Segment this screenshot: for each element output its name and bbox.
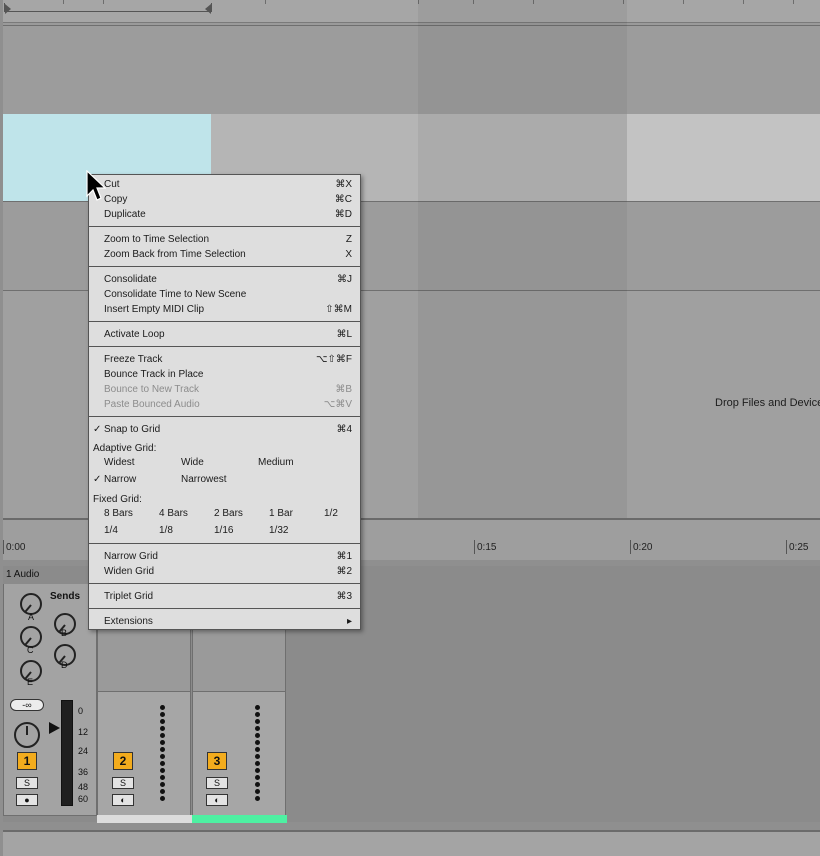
menu-item-consolidate[interactable]: Consolidate ⌘J <box>104 272 352 287</box>
track-3-color-strip <box>192 815 287 823</box>
grid-option-widest[interactable]: Widest <box>104 457 135 468</box>
track-1-monitor-button[interactable]: ● <box>16 794 38 806</box>
grid-option-1-bar[interactable]: 1 Bar <box>269 508 293 519</box>
menu-item-cut[interactable]: Cut ⌘X <box>104 177 352 192</box>
track-3-solo-button[interactable]: S <box>206 777 228 789</box>
menu-separator <box>89 543 360 544</box>
status-bar <box>3 830 820 856</box>
volume-readout[interactable]: -∞ <box>10 699 44 711</box>
track-1-title[interactable]: 1 Audio <box>3 566 97 584</box>
grid-option-1-4[interactable]: 1/4 <box>104 525 118 536</box>
ruler-tick <box>743 0 744 4</box>
time-tick <box>3 540 4 554</box>
sends-label: Sends <box>50 591 81 602</box>
track-2-color-strip <box>97 815 192 823</box>
volume-fader[interactable] <box>61 700 73 806</box>
context-menu[interactable]: Cut ⌘X Copy ⌘C Duplicate ⌘D Zoom to Time Se… <box>88 174 361 630</box>
drop-files-hint: Drop Files and Device <box>715 397 820 409</box>
time-label: 0:25 <box>789 542 809 553</box>
ruler-tick <box>793 0 794 4</box>
loop-start-icon[interactable] <box>5 4 11 14</box>
checkmark-icon: ✓ <box>93 474 102 485</box>
time-tick <box>630 540 631 554</box>
grid-option-2-bars[interactable]: 2 Bars <box>214 508 243 519</box>
mouse-pointer-icon <box>86 170 106 201</box>
checkmark-icon: ✓ <box>93 424 102 435</box>
menu-separator <box>89 583 360 584</box>
track-3-meter <box>255 705 261 803</box>
track-2-solo-button[interactable]: S <box>112 777 134 789</box>
time-label: 0:15 <box>477 542 497 553</box>
grid-option-1-8[interactable]: 1/8 <box>159 525 173 536</box>
grid-option-8-bars[interactable]: 8 Bars <box>104 508 133 519</box>
db-label: 60 <box>78 794 89 804</box>
track-2-monitor-button[interactable]: ◐ <box>112 794 134 806</box>
play-triangle-icon[interactable] <box>49 722 60 734</box>
menu-item-paste-bounced-audio: Paste Bounced Audio ⌥⌘V <box>104 399 352 410</box>
menu-item-bounce-to-new-track: Bounce to New Track ⌘B <box>104 384 352 395</box>
adaptive-grid-heading: Adaptive Grid: <box>93 443 157 454</box>
send-b-label: B <box>61 628 68 638</box>
db-label: 24 <box>78 746 89 756</box>
track-3-activator[interactable]: 3 <box>207 752 227 770</box>
db-label: 36 <box>78 767 89 777</box>
track-1-solo-button[interactable]: S <box>16 777 38 789</box>
time-label: 0:20 <box>633 542 653 553</box>
pan-knob[interactable] <box>14 722 40 748</box>
menu-separator <box>89 416 360 417</box>
track-2-meter <box>160 705 166 803</box>
grid-option-narrowest[interactable]: Narrowest <box>181 474 227 485</box>
time-label: 0:00 <box>6 542 26 553</box>
grid-option-narrow[interactable]: Narrow <box>104 474 136 485</box>
track-1-activator[interactable]: 1 <box>17 752 37 770</box>
send-c-label: C <box>27 645 34 655</box>
grid-option-wide[interactable]: Wide <box>181 457 204 468</box>
menu-item-widen-grid[interactable]: Widen Grid ⌘2 <box>104 564 352 579</box>
time-tick <box>474 540 475 554</box>
db-label: 12 <box>78 727 89 737</box>
grid-option-medium[interactable]: Medium <box>258 457 294 468</box>
loop-brace[interactable] <box>4 3 212 14</box>
menu-item-triplet-grid[interactable]: Triplet Grid ⌘3 <box>104 589 352 604</box>
time-tick <box>786 540 787 554</box>
track-3-monitor-button[interactable]: ◐ <box>206 794 228 806</box>
loop-end-icon[interactable] <box>205 4 211 14</box>
menu-item-freeze-track[interactable]: Freeze Track ⌥⇧⌘F <box>104 352 352 367</box>
menu-item-snap-to-grid[interactable]: ✓ Snap to Grid ⌘4 <box>93 422 352 437</box>
send-e-label: E <box>27 677 34 687</box>
grid-option-1-2[interactable]: 1/2 <box>324 508 338 519</box>
ruler-tick <box>683 0 684 4</box>
grid-option-4-bars[interactable]: 4 Bars <box>159 508 188 519</box>
menu-item-duplicate[interactable]: Duplicate ⌘D <box>104 207 352 222</box>
menu-separator <box>89 346 360 347</box>
menu-item-bounce-in-place[interactable]: Bounce Track in Place <box>104 367 352 382</box>
fixed-grid-heading: Fixed Grid: <box>93 494 142 505</box>
db-label: 0 <box>78 706 84 716</box>
menu-item-insert-midi-clip[interactable]: Insert Empty MIDI Clip ⇧⌘M <box>104 302 352 317</box>
grid-option-1-32[interactable]: 1/32 <box>269 525 288 536</box>
menu-item-zoom-to-selection[interactable]: Zoom to Time Selection Z <box>104 232 352 247</box>
db-label: 48 <box>78 782 89 792</box>
bar-shade <box>418 0 627 520</box>
menu-item-activate-loop[interactable]: Activate Loop ⌘L <box>104 327 352 342</box>
menu-item-narrow-grid[interactable]: Narrow Grid ⌘1 <box>104 549 352 564</box>
menu-item-extensions[interactable]: Extensions ▸ <box>104 614 352 629</box>
grid-option-1-16[interactable]: 1/16 <box>214 525 233 536</box>
track-lane[interactable] <box>3 25 820 115</box>
track-2-activator[interactable]: 2 <box>113 752 133 770</box>
menu-item-zoom-back[interactable]: Zoom Back from Time Selection X <box>104 247 352 262</box>
menu-separator <box>89 321 360 322</box>
track-lane-highlight <box>627 114 820 201</box>
ruler-tick <box>265 0 266 4</box>
menu-separator <box>89 266 360 267</box>
menu-item-copy[interactable]: Copy ⌘C <box>104 192 352 207</box>
menu-item-consolidate-to-scene[interactable]: Consolidate Time to New Scene <box>104 287 352 302</box>
submenu-arrow-icon: ▸ <box>346 616 352 627</box>
menu-separator <box>89 226 360 227</box>
send-a-label: A <box>28 612 35 622</box>
menu-separator <box>89 608 360 609</box>
send-d-label: D <box>61 660 68 670</box>
